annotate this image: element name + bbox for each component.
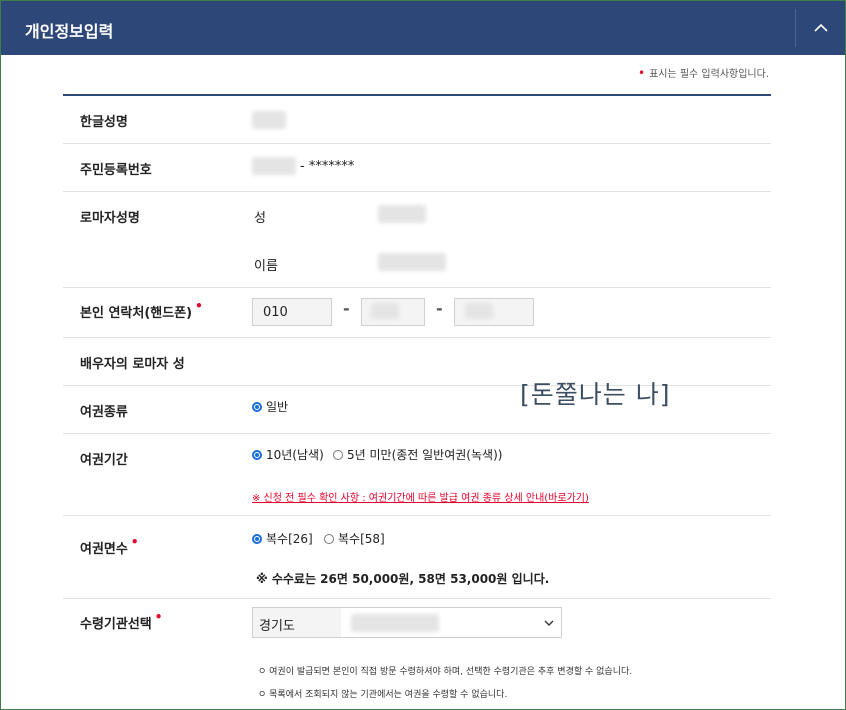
table-top-border <box>63 94 771 96</box>
phone-last-redacted <box>465 303 493 319</box>
required-note: • 표시는 필수 입력사항입니다. <box>638 65 769 80</box>
radio-label: 5년 미만(종전 일반여권(녹색)) <box>347 448 503 462</box>
agency-value-redacted <box>351 614 439 632</box>
korean-name-value-redacted <box>252 111 286 129</box>
row-divider <box>63 433 771 434</box>
passport-period-10y-radio[interactable]: 10년(남색) <box>252 446 324 463</box>
resident-number-masked: - ******* <box>300 159 355 174</box>
resident-number-front-redacted <box>252 157 296 175</box>
radio-label: 복수[58] <box>338 532 385 546</box>
passport-type-general-radio[interactable]: 일반 <box>252 398 288 415</box>
phone-middle-redacted <box>371 303 399 319</box>
spouse-roman-label: 배우자의 로마자 성 <box>80 357 185 372</box>
required-mark: • <box>154 610 163 624</box>
passport-period-5y-radio[interactable]: 5년 미만(종전 일반여권(녹색)) <box>333 446 502 463</box>
row-divider <box>63 143 771 144</box>
radio-label: 복수[26] <box>266 532 313 546</box>
pickup-agency-label: 수령기관선택 • <box>80 610 163 632</box>
given-name-label: 이름 <box>254 259 278 274</box>
chevron-down-icon <box>544 620 554 626</box>
fee-note: ※ 수수료는 26면 50,000원, 58면 53,000원 입니다. <box>256 572 550 586</box>
radio-selected-icon <box>252 449 262 460</box>
phone-separator: - <box>436 299 443 318</box>
passport-period-warning-link[interactable]: ※ 신청 전 필수 확인 사항 : 여권기간에 따른 발급 여권 종류 상세 안… <box>252 489 589 504</box>
pickup-agency-label-text: 수령기관선택 <box>80 617 152 632</box>
given-name-value-redacted <box>378 253 446 271</box>
passport-type-label: 여권종류 <box>80 405 128 420</box>
row-divider <box>63 515 771 516</box>
resident-number-label: 주민등록번호 <box>80 163 152 178</box>
required-mark: • <box>637 66 646 80</box>
phone-separator: - <box>343 299 350 318</box>
radio-selected-icon <box>252 401 262 412</box>
watermark-text: [돈쭐나는 나] <box>520 380 671 409</box>
row-divider <box>63 287 771 288</box>
radio-unselected-icon <box>333 449 343 460</box>
region-select[interactable]: 경기도 <box>253 608 341 637</box>
korean-name-label: 한글성명 <box>80 115 128 130</box>
required-mark: • <box>130 535 139 549</box>
pickup-note: ㅇ 목록에서 조회되지 않는 기관에서는 여권을 수령할 수 없습니다. <box>258 690 508 700</box>
passport-period-label: 여권기간 <box>80 453 128 468</box>
header-divider <box>795 9 796 47</box>
phone-prefix-value: 010 <box>263 305 288 320</box>
passport-pages-label: 여권면수 • <box>80 535 139 557</box>
passport-pages-label-text: 여권면수 <box>80 542 128 557</box>
personal-info-form: 개인정보입력 • 표시는 필수 입력사항입니다. 한글성명 주민등록번호 - **… <box>0 0 846 710</box>
row-divider <box>63 191 771 192</box>
required-note-text: 표시는 필수 입력사항입니다. <box>649 69 769 80</box>
section-header: 개인정보입력 <box>1 1 845 55</box>
passport-pages-58-radio[interactable]: 복수[58] <box>324 530 385 547</box>
row-divider <box>63 598 771 599</box>
required-mark: • <box>195 299 203 313</box>
section-title: 개인정보입력 <box>25 22 114 41</box>
surname-label: 성 <box>254 211 266 226</box>
radio-unselected-icon <box>324 533 334 544</box>
surname-value-redacted <box>378 205 426 223</box>
passport-pages-26-radio[interactable]: 복수[26] <box>252 530 313 547</box>
radio-label: 10년(남색) <box>266 448 324 462</box>
pickup-agency-select[interactable]: 경기도 <box>252 607 562 638</box>
radio-label: 일반 <box>266 400 289 414</box>
roman-name-label: 로마자성명 <box>80 211 140 226</box>
pickup-note: ㅇ 여권이 발급되면 본인이 직접 방문 수령하셔야 하며, 선택한 수령기관은… <box>258 667 633 677</box>
phone-label-text: 본인 연락처(핸드폰) <box>80 306 193 321</box>
phone-label: 본인 연락처(핸드폰) • <box>80 299 203 321</box>
region-value: 경기도 <box>259 619 295 634</box>
radio-selected-icon <box>252 533 262 544</box>
chevron-up-icon[interactable] <box>807 14 835 42</box>
row-divider <box>63 337 771 338</box>
phone-prefix-field[interactable]: 010 <box>252 298 332 326</box>
